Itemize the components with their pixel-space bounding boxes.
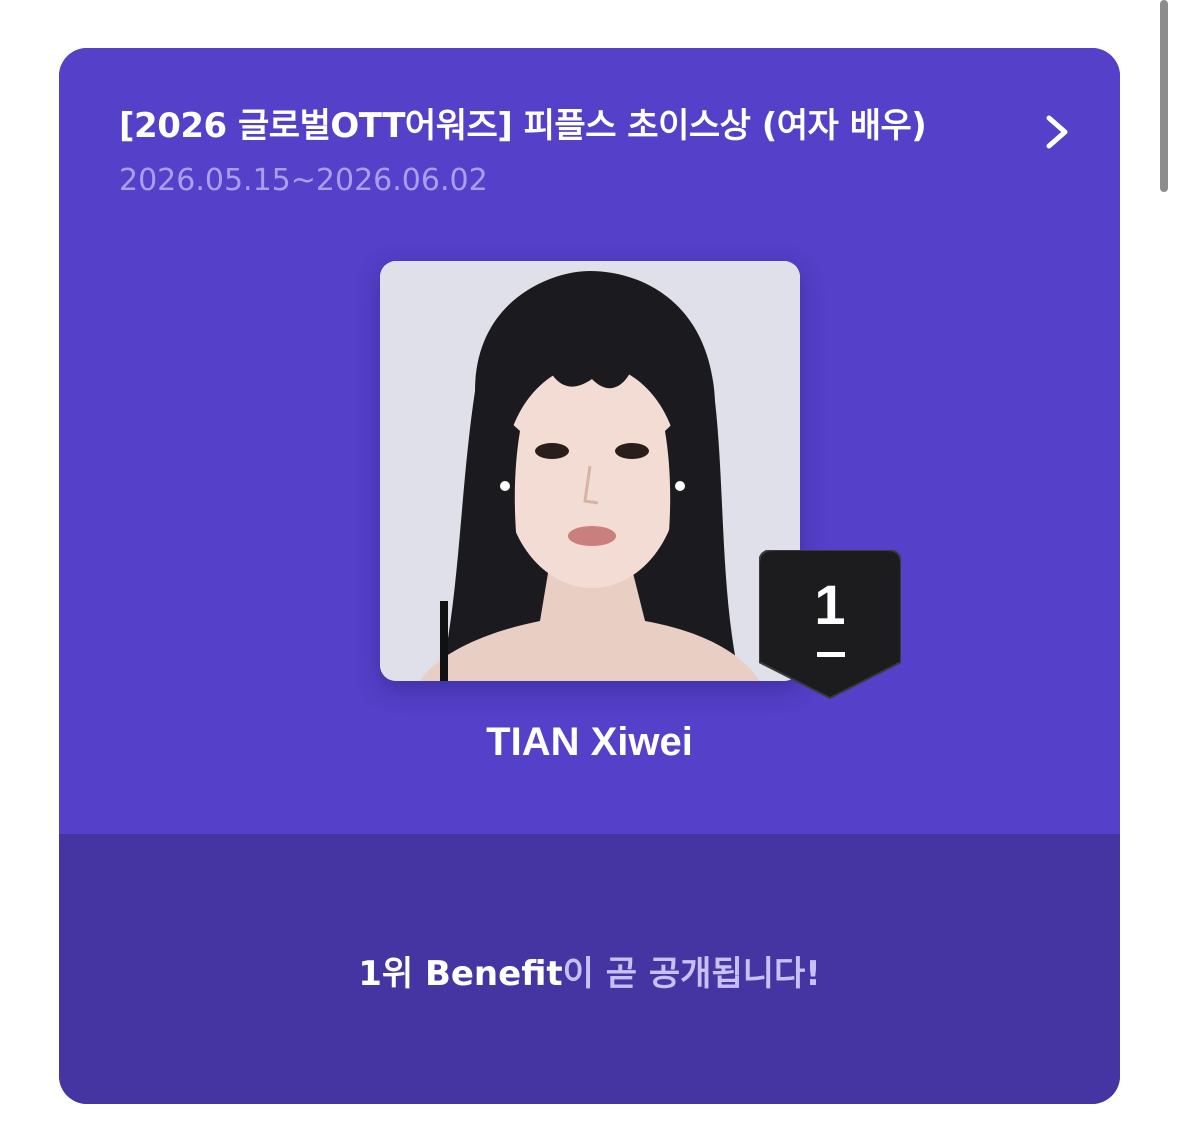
page-scrollbar[interactable] [1160, 0, 1168, 192]
vote-card-header[interactable]: [2026 글로벌OTT어워즈] 피플스 초이스상 (여자 배우) 2026.0… [59, 48, 1120, 834]
leader-name: TIAN Xiwei [486, 720, 693, 764]
leader-photo [380, 261, 800, 681]
vote-period: 2026.05.15~2026.06.02 [119, 163, 488, 198]
benefit-text: 이 곧 공개됩니다! [562, 954, 821, 994]
rank-change-indicator [817, 652, 845, 657]
vote-title: [2026 글로벌OTT어워즈] 피플스 초이스상 (여자 배우) [119, 106, 927, 146]
vote-card[interactable]: [2026 글로벌OTT어워즈] 피플스 초이스상 (여자 배우) 2026.0… [59, 48, 1120, 1104]
chevron-right-icon[interactable] [1037, 110, 1077, 154]
rank-number: 1 [814, 573, 846, 636]
benefit-message: 1위 Benefit이 곧 공개됩니다! [59, 946, 1120, 995]
benefit-highlight: 1위 Benefit [358, 954, 563, 994]
benefit-section: 1위 Benefit이 곧 공개됩니다! [59, 834, 1120, 1104]
